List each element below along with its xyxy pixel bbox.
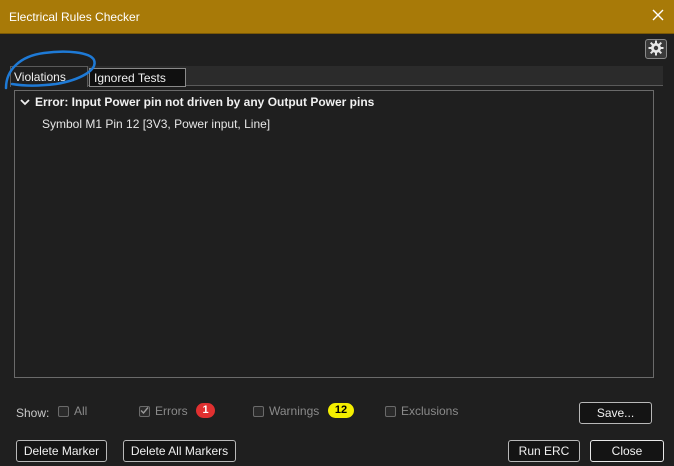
delete-marker-button[interactable]: Delete Marker xyxy=(16,440,107,462)
violation-heading: Error: Input Power pin not driven by any… xyxy=(35,95,375,109)
title-bar: Electrical Rules Checker xyxy=(0,0,674,34)
filter-warnings-checkbox[interactable]: Warnings xyxy=(253,404,319,418)
save-button[interactable]: Save... xyxy=(579,402,652,424)
chevron-down-icon[interactable] xyxy=(19,96,31,108)
window-title: Electrical Rules Checker xyxy=(9,10,140,24)
filter-errors-label: Errors xyxy=(155,404,188,418)
list-item[interactable]: Symbol M1 Pin 12 [3V3, Power input, Line… xyxy=(42,117,270,131)
run-erc-button[interactable]: Run ERC xyxy=(508,440,580,462)
filter-exclusions-label: Exclusions xyxy=(401,404,459,418)
violation-group-header[interactable]: Error: Input Power pin not driven by any… xyxy=(19,95,374,109)
delete-all-markers-button[interactable]: Delete All Markers xyxy=(123,440,236,462)
checkbox-checked[interactable] xyxy=(139,404,150,418)
checkbox[interactable] xyxy=(58,405,69,417)
checkbox[interactable] xyxy=(253,405,264,417)
checkmark-icon xyxy=(140,404,149,418)
checkbox[interactable] xyxy=(385,405,396,417)
tab-violations[interactable]: Violations (1) xyxy=(10,66,88,104)
close-button[interactable]: Close xyxy=(590,440,664,462)
tab-ignored-tests[interactable]: Ignored Tests (4) xyxy=(89,68,186,103)
close-icon xyxy=(652,9,664,24)
filter-warnings-label: Warnings xyxy=(269,404,320,418)
show-label: Show: xyxy=(16,406,50,420)
violations-list[interactable]: Error: Input Power pin not driven by any… xyxy=(14,90,654,378)
filter-exclusions-checkbox[interactable]: Exclusions xyxy=(385,404,458,418)
window-close-button[interactable] xyxy=(648,6,668,26)
errors-count-badge: 1 xyxy=(196,403,215,418)
filter-all-checkbox[interactable]: All xyxy=(58,404,87,418)
gear-icon xyxy=(648,40,664,59)
settings-button[interactable] xyxy=(645,39,667,59)
warnings-count-badge: 12 xyxy=(328,403,354,418)
filter-errors-checkbox[interactable]: Errors xyxy=(139,404,188,418)
filter-all-label: All xyxy=(74,404,88,418)
